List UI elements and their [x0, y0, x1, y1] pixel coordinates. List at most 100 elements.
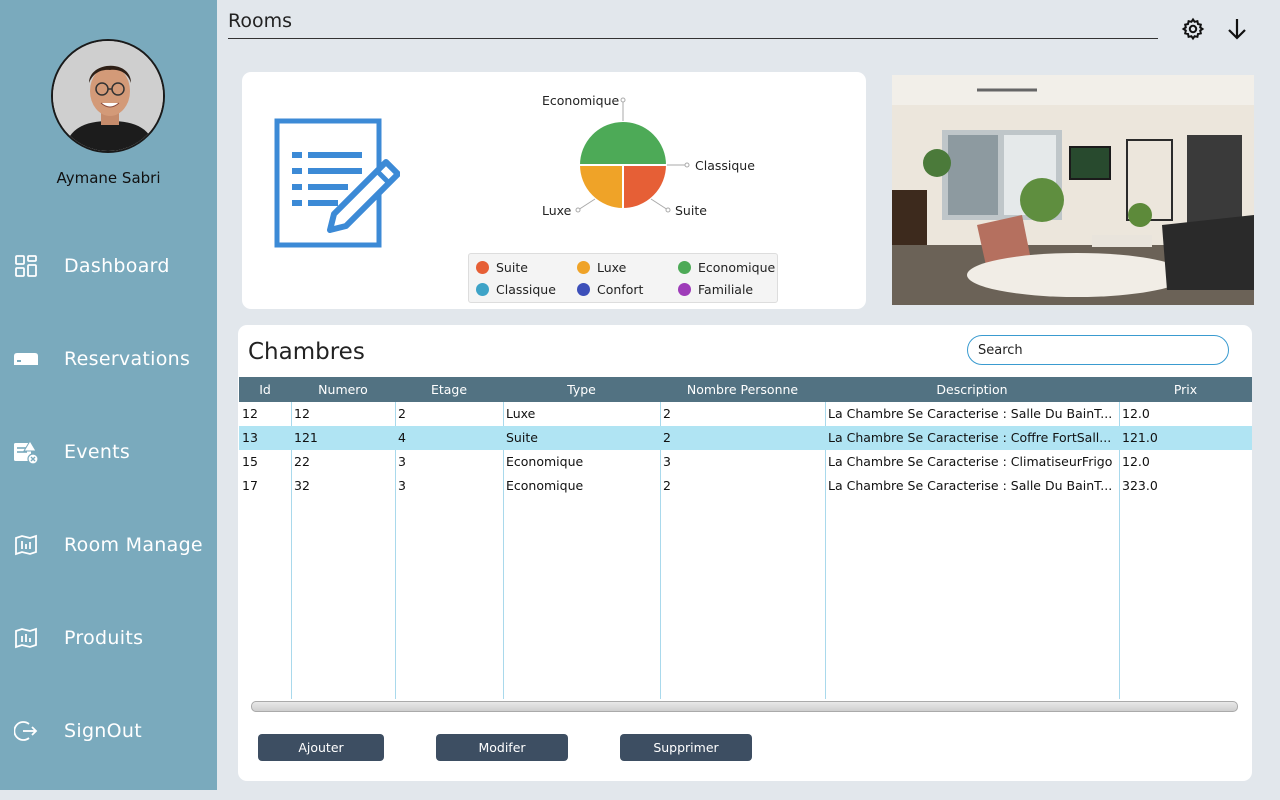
- legend-item-confort: Confort: [577, 282, 643, 297]
- avatar: [51, 39, 165, 153]
- nav-item-events[interactable]: Events: [0, 428, 217, 476]
- reservation-icon: [13, 346, 39, 372]
- column-header-nombre-personne[interactable]: Nombre Personne: [660, 377, 825, 402]
- pie-slice-luxe: [577, 164, 624, 211]
- download-arrow-icon[interactable]: [1223, 15, 1251, 43]
- legend-item-economique: Economique: [678, 260, 775, 275]
- cell-prix: 323.0: [1122, 478, 1158, 493]
- pie-leader-line: [650, 198, 669, 211]
- legend-dot: [678, 283, 691, 296]
- header-divider: [228, 38, 1158, 39]
- legend-item-familiale: Familiale: [678, 282, 753, 297]
- table-row[interactable]: 17 32 3 Economique 2 La Chambre Se Carac…: [239, 474, 1252, 498]
- chambres-table: Id Numero Etage Type Nombre Personne Des…: [239, 377, 1252, 699]
- events-icon: [13, 439, 39, 465]
- nav-label: SignOut: [64, 720, 142, 742]
- cell-description: La Chambre Se Caracterise : ClimatiseurF…: [828, 454, 1113, 469]
- table-row[interactable]: 12 12 2 Luxe 2 La Chambre Se Caracterise…: [239, 402, 1252, 426]
- cell-description: La Chambre Se Caracterise : Salle Du Bai…: [828, 478, 1113, 493]
- cell-etage: 4: [398, 430, 406, 445]
- cell-nombre-personne: 2: [663, 478, 671, 493]
- legend-item-suite: Suite: [476, 260, 528, 275]
- legend-dot: [678, 261, 691, 274]
- pie-label-suite: Suite: [675, 203, 707, 218]
- signout-icon: [13, 718, 39, 744]
- legend-label: Luxe: [597, 260, 627, 275]
- nav-label: Room Manage: [64, 534, 203, 556]
- cell-description: La Chambre Se Caracterise : Coffre FortS…: [828, 430, 1112, 445]
- cell-etage: 2: [398, 406, 406, 421]
- pie-label-luxe: Luxe: [542, 203, 572, 218]
- user-photo: [53, 41, 163, 151]
- column-header-prix[interactable]: Prix: [1119, 377, 1252, 402]
- nav-label: Events: [64, 441, 131, 463]
- legend-item-luxe: Luxe: [577, 260, 626, 275]
- cell-type: Economique: [506, 478, 584, 493]
- cell-id: 13: [242, 430, 258, 445]
- nav-item-dashboard[interactable]: Dashboard: [0, 242, 217, 290]
- chambres-card: Chambres Id Numero Etage Type Nombre Per…: [238, 325, 1252, 781]
- cell-id: 12: [242, 406, 258, 421]
- cell-id: 15: [242, 454, 258, 469]
- cell-nombre-personne: 2: [663, 430, 671, 445]
- column-header-etage[interactable]: Etage: [395, 377, 503, 402]
- sidebar: Aymane Sabri Dashboard Reservations Even…: [0, 0, 217, 790]
- cell-type: Luxe: [506, 406, 536, 421]
- pie-label-classique: Classique: [695, 158, 755, 173]
- nav-label: Reservations: [64, 348, 191, 370]
- cell-id: 17: [242, 478, 258, 493]
- column-header-description[interactable]: Description: [825, 377, 1119, 402]
- dashboard-icon: [13, 253, 39, 279]
- legend-label: Classique: [496, 282, 556, 297]
- room-manage-icon: [13, 532, 39, 558]
- table-row[interactable]: 15 22 3 Economique 3 La Chambre Se Carac…: [239, 450, 1252, 474]
- nav-label: Dashboard: [64, 255, 170, 277]
- pie-leader-dot: [684, 162, 690, 168]
- cell-nombre-personne: 2: [663, 406, 671, 421]
- cell-numero: 32: [294, 478, 310, 493]
- cell-nombre-personne: 3: [663, 454, 671, 469]
- legend-dot: [577, 261, 590, 274]
- nav-item-produits[interactable]: Produits: [0, 614, 217, 662]
- produits-icon: [13, 625, 39, 651]
- page-title: Rooms: [228, 10, 293, 32]
- cell-etage: 3: [398, 454, 406, 469]
- pie-leader-line: [577, 198, 596, 211]
- cell-description: La Chambre Se Caracterise : Salle Du Bai…: [828, 406, 1113, 421]
- table-header: Id Numero Etage Type Nombre Personne Des…: [239, 377, 1252, 402]
- chart-card: Economique Classique Luxe Suite Suite Lu…: [242, 72, 866, 309]
- section-title: Chambres: [248, 339, 365, 365]
- user-name: Aymane Sabri: [56, 169, 161, 187]
- nav-item-room-manage[interactable]: Room Manage: [0, 521, 217, 569]
- column-header-id[interactable]: Id: [239, 377, 291, 402]
- legend-dot: [476, 261, 489, 274]
- pie-slice-economique: [577, 120, 669, 166]
- cell-numero: 12: [294, 406, 310, 421]
- nav-item-reservations[interactable]: Reservations: [0, 335, 217, 383]
- pie-slice-suite: [622, 164, 669, 211]
- pie-label-economique: Economique: [542, 93, 620, 108]
- legend-label: Suite: [496, 260, 528, 275]
- nav-item-signout[interactable]: SignOut: [0, 707, 217, 755]
- search-input[interactable]: [967, 335, 1229, 365]
- horizontal-scrollbar[interactable]: [251, 701, 1238, 712]
- legend-label: Confort: [597, 282, 644, 297]
- add-button[interactable]: Ajouter: [258, 734, 384, 761]
- cell-prix: 12.0: [1122, 406, 1150, 421]
- edit-button[interactable]: Modifer: [436, 734, 568, 761]
- legend-label: Economique: [698, 260, 776, 275]
- chart-legend: Suite Luxe Economique Classique Confort …: [468, 253, 778, 303]
- table-row-selected[interactable]: 13 121 4 Suite 2 La Chambre Se Caracteri…: [239, 426, 1252, 450]
- delete-button[interactable]: Supprimer: [620, 734, 752, 761]
- legend-label: Familiale: [698, 282, 754, 297]
- cell-prix: 12.0: [1122, 454, 1150, 469]
- column-header-numero[interactable]: Numero: [291, 377, 395, 402]
- gear-icon[interactable]: [1179, 15, 1207, 43]
- cell-etage: 3: [398, 478, 406, 493]
- nav-label: Produits: [64, 627, 144, 649]
- room-photo: [892, 75, 1254, 305]
- column-header-type[interactable]: Type: [503, 377, 660, 402]
- pie-leader-dot: [665, 207, 671, 213]
- legend-item-classique: Classique: [476, 282, 556, 297]
- cell-numero: 22: [294, 454, 310, 469]
